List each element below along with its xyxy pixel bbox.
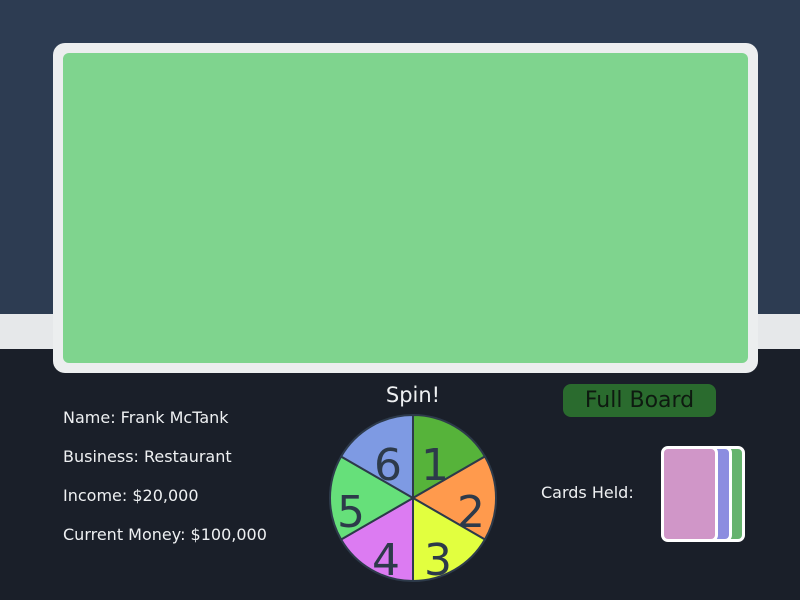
segment-number: 3	[424, 535, 452, 583]
segment-number: 6	[374, 440, 402, 491]
cards-held-label: Cards Held:	[541, 483, 634, 502]
spin-label[interactable]: Spin!	[373, 381, 453, 409]
segment-number: 4	[372, 535, 400, 583]
game-board-frame	[53, 43, 758, 373]
full-board-button[interactable]: Full Board	[563, 384, 716, 417]
held-card[interactable]	[661, 446, 718, 542]
spinner-wheel[interactable]: 1 2 3 4 5 6	[328, 413, 498, 583]
player-name: Name: Frank McTank	[63, 408, 229, 427]
player-income: Income: $20,000	[63, 486, 199, 505]
player-current-money: Current Money: $100,000	[63, 525, 267, 544]
game-board[interactable]	[63, 53, 748, 363]
segment-number: 5	[337, 487, 365, 538]
player-business: Business: Restaurant	[63, 447, 232, 466]
